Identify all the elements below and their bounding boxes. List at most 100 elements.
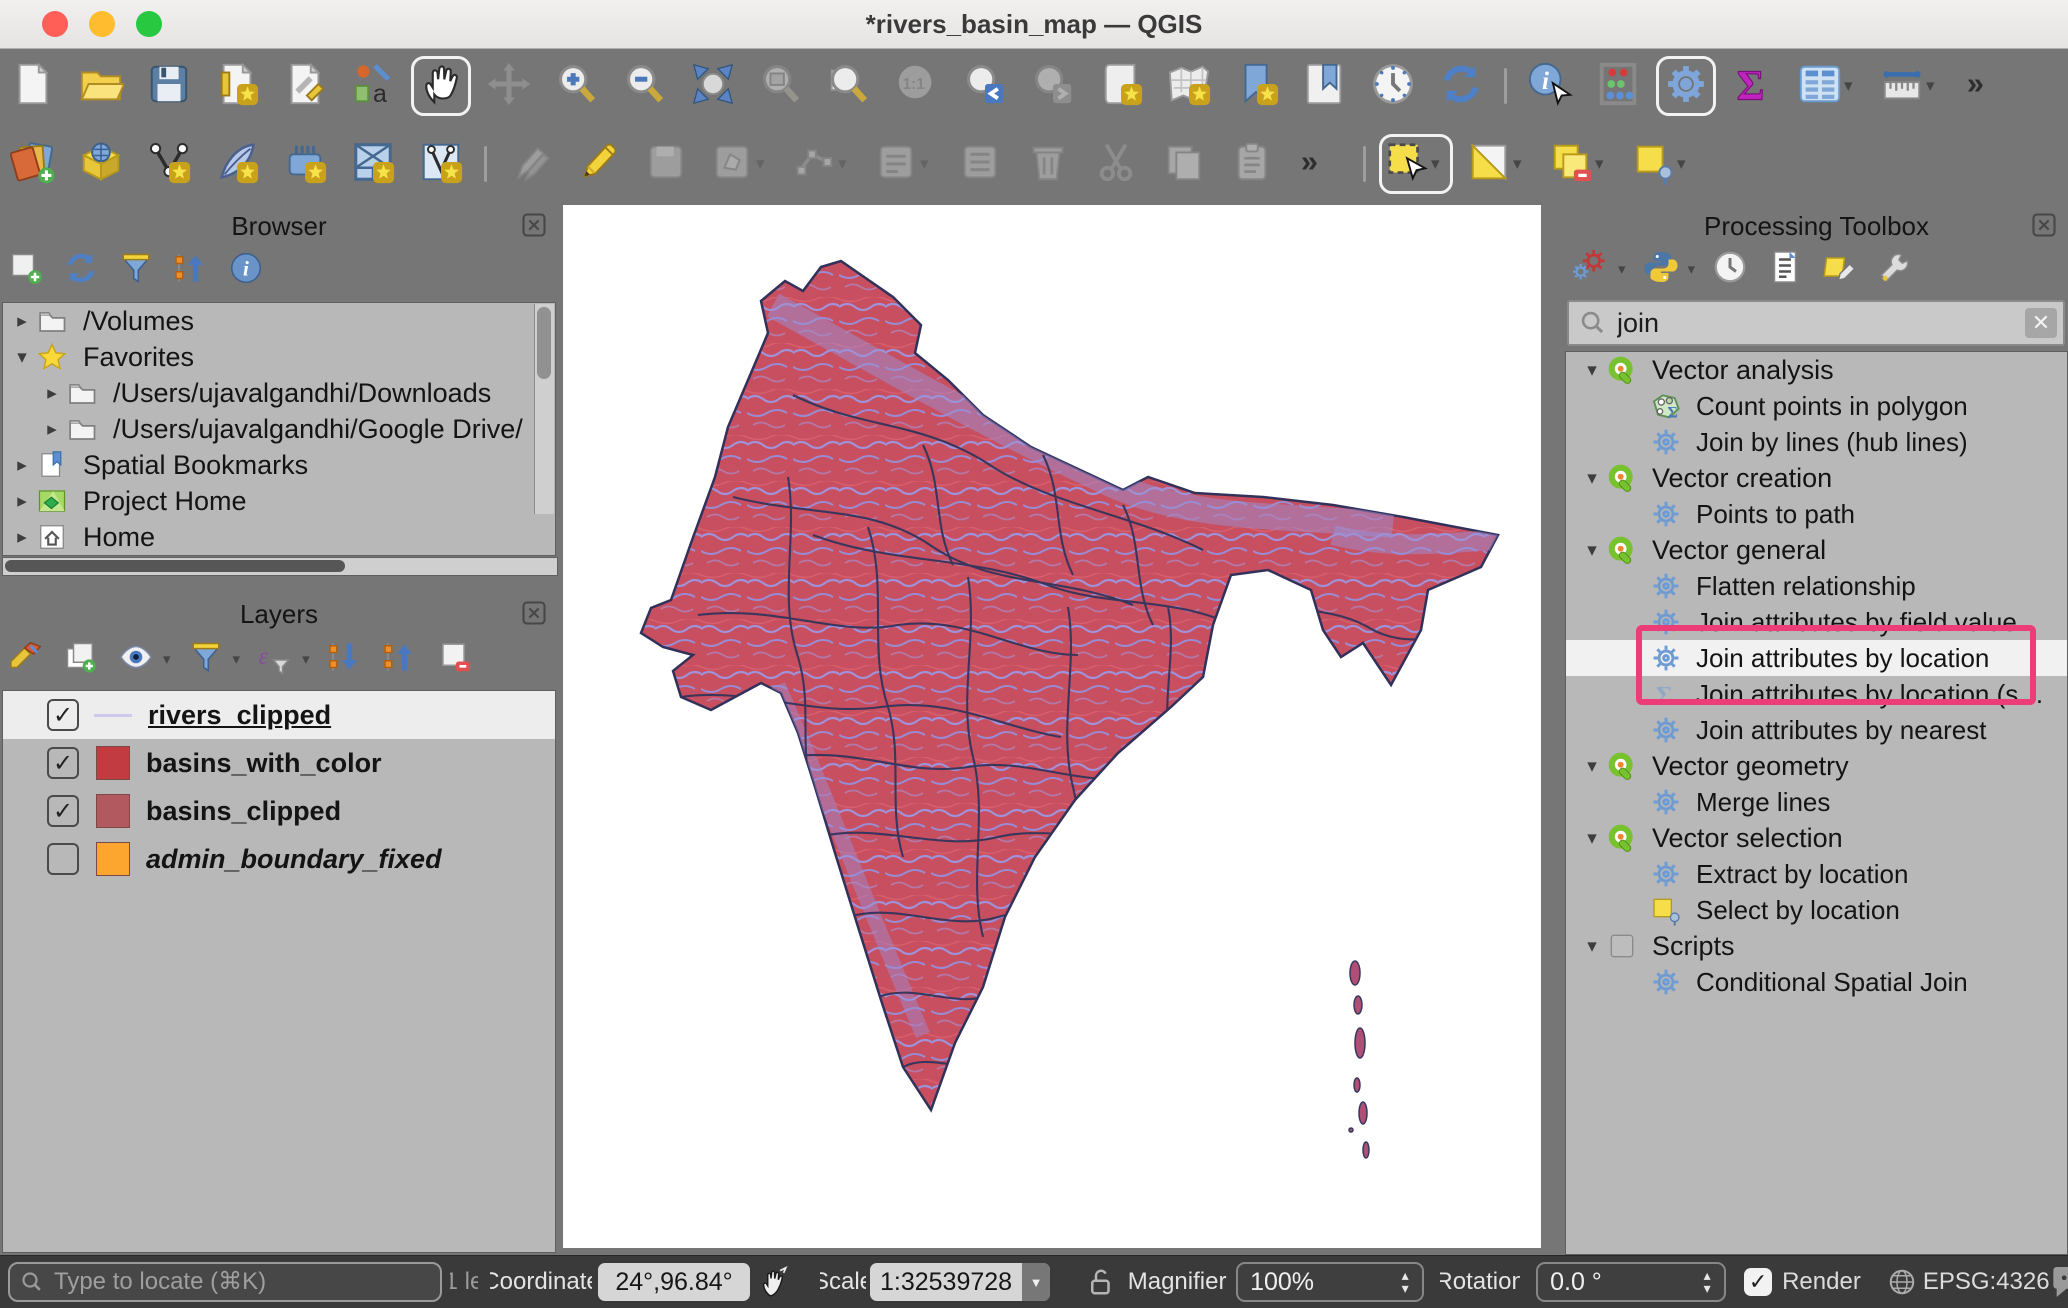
refresh-map-button[interactable] <box>1436 61 1486 111</box>
save-project-button[interactable] <box>144 61 194 111</box>
lock-scale-icon[interactable] <box>1086 1267 1116 1297</box>
toolbox-algorithm-select-by-location[interactable]: Select by location <box>1566 892 2067 928</box>
measure-line-button[interactable]: ▾ <box>1879 61 1943 111</box>
toolbox-algorithm-count-points-in-polygon[interactable]: ΣCount points in polygon <box>1566 388 2067 424</box>
chevron-down-icon[interactable]: ▾ <box>1844 76 1853 96</box>
toolbox-algorithm-extract-by-location[interactable]: Extract by location <box>1566 856 2067 892</box>
browser-item-favorites[interactable]: ▾Favorites <box>3 339 555 375</box>
add-selected-layer-button[interactable] <box>6 250 46 290</box>
toolbox-settings-button[interactable] <box>1875 249 1915 289</box>
zoom-full-extent-button[interactable] <box>688 61 738 111</box>
edit-features-in-place-button[interactable] <box>1820 249 1860 289</box>
new-report-button[interactable] <box>1164 61 1214 111</box>
python-models-button[interactable] <box>1641 249 1681 289</box>
new-geopackage-button[interactable] <box>76 139 126 189</box>
new-project-button[interactable] <box>8 61 58 111</box>
toolbox-group-vector-general[interactable]: ▾Vector general <box>1566 532 2067 568</box>
browser-item-home[interactable]: ▸Home <box>3 519 555 555</box>
refresh-browser-button[interactable] <box>61 250 101 290</box>
filter-legend-button[interactable] <box>186 639 226 679</box>
processing-toolbox-button[interactable] <box>1661 61 1711 111</box>
browser-item--volumes[interactable]: ▸/Volumes <box>3 303 555 339</box>
pan-map-button[interactable] <box>416 61 466 111</box>
toolbox-group-vector-creation[interactable]: ▾Vector creation <box>1566 460 2067 496</box>
history-button[interactable] <box>1710 249 1750 289</box>
statistics-button[interactable] <box>1593 61 1643 111</box>
chevron-down-icon[interactable]: ▾ <box>756 154 765 174</box>
toolbox-algorithm-join-attributes-by-nearest[interactable]: Join attributes by nearest <box>1566 712 2067 748</box>
toolbox-algorithm-merge-lines[interactable]: Merge lines <box>1566 784 2067 820</box>
collapse-all-layers-button[interactable] <box>380 639 420 679</box>
scrollbar-thumb[interactable] <box>5 560 345 572</box>
chevron-down-icon[interactable]: ▾ <box>163 650 171 668</box>
layer-item-basins_with_color[interactable]: ✓basins_with_color <box>3 739 555 787</box>
new-shapefile-layer-button[interactable] <box>144 139 194 189</box>
render-checkbox[interactable]: ✓ <box>1744 1268 1772 1296</box>
new-layout-button[interactable] <box>1096 61 1146 111</box>
chevron-right-icon[interactable]: ▸ <box>7 490 37 513</box>
chevron-right-icon[interactable]: ▸ <box>7 526 37 549</box>
expand-all-layers-button[interactable] <box>325 639 365 679</box>
chevron-down-icon[interactable]: ▾ <box>1578 755 1606 778</box>
locate-input[interactable] <box>52 1267 440 1297</box>
chevron-down-icon[interactable]: ▾ <box>920 154 929 174</box>
select-by-location-tool-button[interactable]: ▾ <box>1630 139 1694 189</box>
browser-vscrollbar[interactable] <box>534 304 554 514</box>
new-gpx-layer-button[interactable] <box>280 139 330 189</box>
toolbox-algorithm-join-by-lines-hub-lines-[interactable]: Join by lines (hub lines) <box>1566 424 2067 460</box>
zoom-last-button[interactable] <box>960 61 1010 111</box>
open-layer-styling-button[interactable] <box>6 639 46 679</box>
spin-down-icon[interactable]: ▾ <box>1704 1282 1711 1295</box>
new-virtual-layer-button[interactable] <box>416 139 466 189</box>
browser-hscrollbar[interactable] <box>2 557 558 576</box>
layer-visibility-checkbox[interactable]: ✓ <box>47 747 79 779</box>
zoom-in-button[interactable] <box>552 61 602 111</box>
layer-visibility-checkbox[interactable]: ✓ <box>47 795 79 827</box>
clear-search-icon[interactable]: ✕ <box>2025 308 2057 338</box>
toolbox-algorithm-conditional-spatial-join[interactable]: Conditional Spatial Join <box>1566 964 2067 1000</box>
spin-down-icon[interactable]: ▾ <box>1402 1282 1409 1295</box>
chevron-right-icon[interactable]: ▸ <box>37 418 67 441</box>
chevron-down-icon[interactable]: ▾ <box>1513 154 1522 174</box>
toggle-editing-button[interactable] <box>573 139 623 189</box>
layer-visibility-checkbox[interactable]: ✓ <box>47 699 79 731</box>
toolbox-algorithm-join-attributes-by-location[interactable]: Join attributes by location <box>1566 640 2067 676</box>
map-canvas[interactable] <box>563 205 1541 1248</box>
add-group-button[interactable] <box>61 639 101 679</box>
mouse-position-icon[interactable] <box>756 1265 790 1299</box>
chevron-right-icon[interactable]: ▸ <box>37 382 67 405</box>
rotation-spinbox[interactable]: 0.0 ° ▴▾ <box>1536 1262 1726 1302</box>
select-features-button[interactable]: ▾ <box>1384 139 1448 189</box>
toolbox-algorithm-points-to-path[interactable]: Points to path <box>1566 496 2067 532</box>
results-viewer-button[interactable] <box>1765 249 1805 289</box>
toolbox-group-vector-geometry[interactable]: ▾Vector geometry <box>1566 748 2067 784</box>
toolbox-algorithm-join-attributes-by-location-s-[interactable]: ΣJoin attributes by location (s… <box>1566 676 2067 712</box>
magnifier-spinbox[interactable]: 100% ▴▾ <box>1236 1262 1424 1302</box>
data-source-manager-button[interactable] <box>8 139 58 189</box>
new-spatial-bookmark-button[interactable] <box>1232 61 1282 111</box>
chevron-down-icon[interactable]: ▾ <box>1926 76 1935 96</box>
chevron-down-icon[interactable]: ▾ <box>1677 154 1686 174</box>
browser-item--users-ujavalgandhi-downloads[interactable]: ▸/Users/ujavalgandhi/Downloads <box>3 375 555 411</box>
chevron-down-icon[interactable]: ▾ <box>1431 154 1440 174</box>
select-features-by-value-button[interactable]: ▾ <box>1548 139 1612 189</box>
chevron-down-icon[interactable]: ▾ <box>233 650 241 668</box>
toolbox-search-input[interactable] <box>1615 307 2025 340</box>
chevron-right-icon[interactable]: ▸ <box>7 454 37 477</box>
identify-features-button[interactable]: i <box>1525 61 1575 111</box>
crs-indicator[interactable]: EPSG:4326 <box>1923 1268 2050 1296</box>
scrollbar-thumb[interactable] <box>537 307 551 379</box>
toolbar-overflow-2-button[interactable]: » <box>1295 139 1345 189</box>
toolbox-options-button[interactable] <box>1571 249 1611 289</box>
toolbox-algorithm-flatten-relationship[interactable]: Flatten relationship <box>1566 568 2067 604</box>
chevron-down-icon[interactable]: ▾ <box>1688 260 1696 278</box>
chevron-down-icon[interactable]: ▾ <box>838 154 847 174</box>
chevron-down-icon[interactable]: ▾ <box>7 346 37 369</box>
toolbox-group-scripts[interactable]: ▾Scripts <box>1566 928 2067 964</box>
open-attribute-table-button[interactable]: ▾ <box>1797 61 1861 111</box>
filter-expression-button[interactable]: ε <box>255 639 295 679</box>
zoom-out-button[interactable] <box>620 61 670 111</box>
filter-browser-button[interactable] <box>116 250 156 290</box>
layer-item-admin_boundary_fixed[interactable]: admin_boundary_fixed <box>3 835 555 883</box>
show-spatial-bookmarks-button[interactable] <box>1300 61 1350 111</box>
